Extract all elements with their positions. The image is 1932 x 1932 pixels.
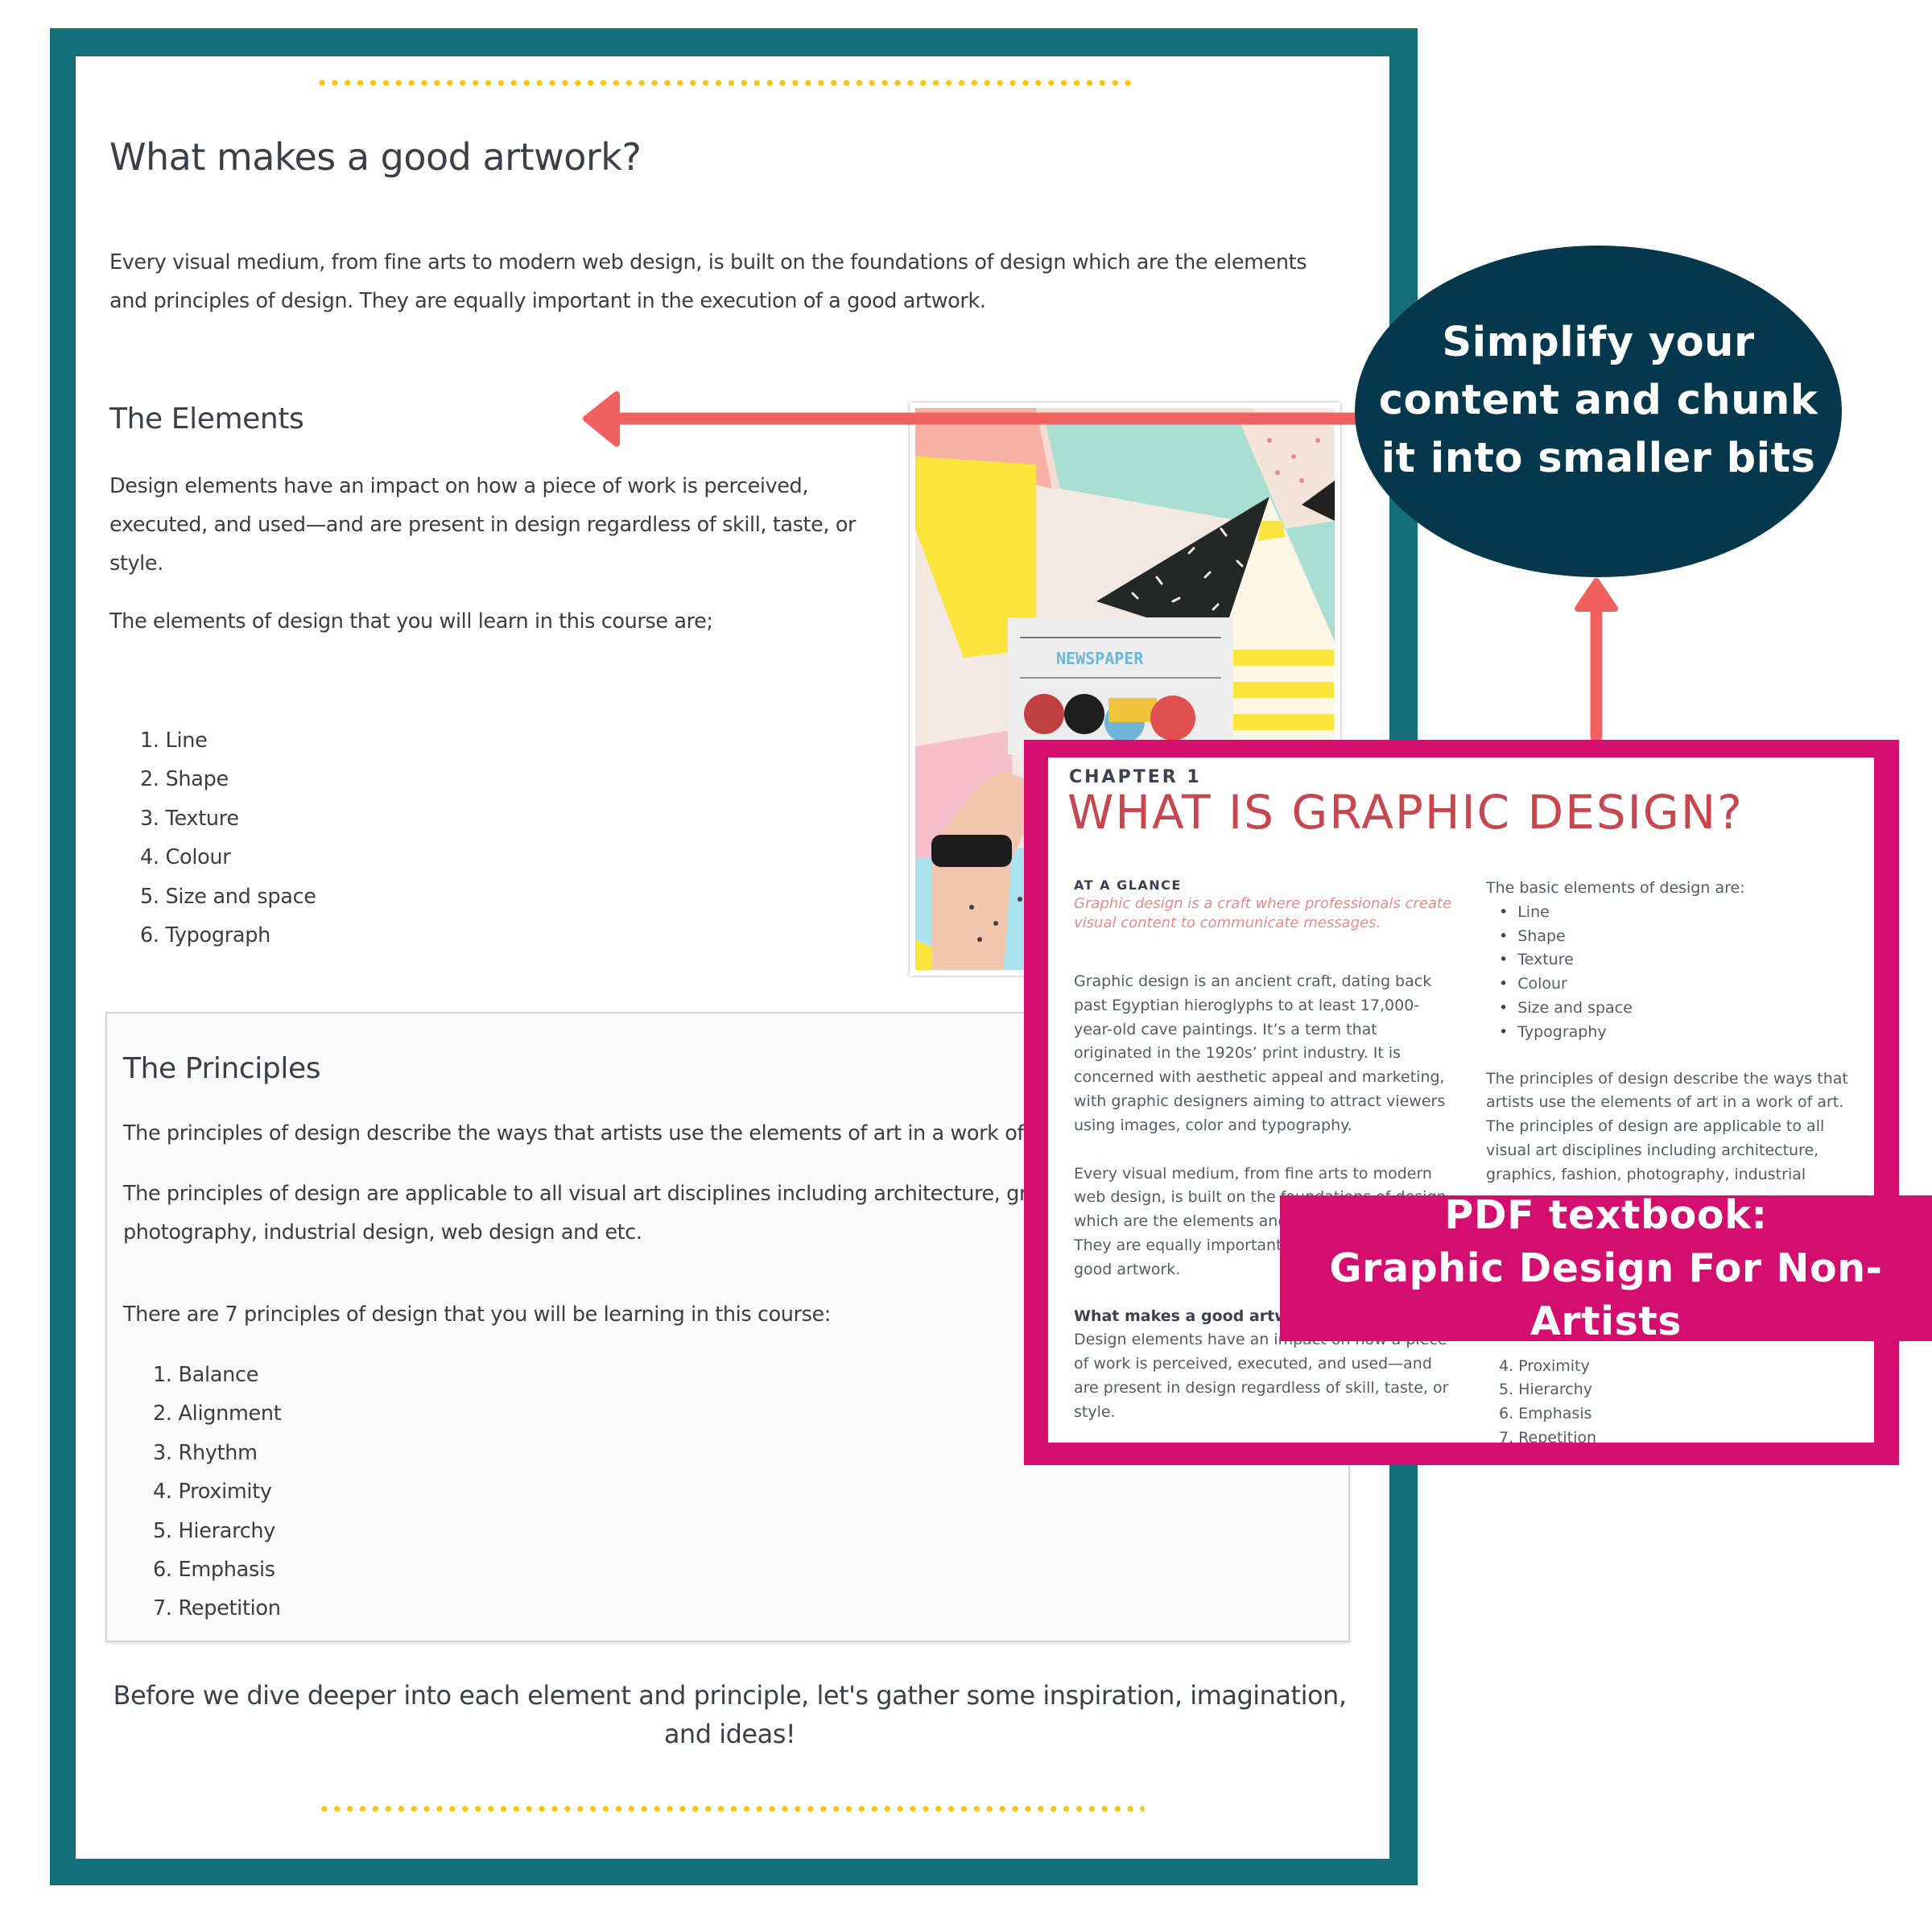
- list-item: Line: [1499, 901, 1864, 925]
- list-item: 5. Hierarchy: [1499, 1381, 1593, 1399]
- list-item: 7. Repetition: [153, 1596, 281, 1621]
- closing-text: Before we dive deeper into each element …: [113, 1680, 1347, 1749]
- callout-line: Simplify your: [1442, 319, 1755, 366]
- list-item: 7. Repetition: [1499, 1428, 1597, 1443]
- elements-list: 1. Line 2. Shape 3. Texture 4. Colour 5.…: [140, 721, 316, 955]
- principles-paragraph-3: There are 7 principles of design that yo…: [123, 1302, 831, 1327]
- pdf-elements-list: Line Shape Texture Colour Size and space…: [1486, 901, 1864, 1045]
- list-item: Colour: [1499, 972, 1864, 997]
- pdf-principles-text: The principles of design describe the wa…: [1486, 1069, 1848, 1183]
- dotted-divider-top: [316, 80, 1133, 86]
- elements-description: Design elements have an impact on how a …: [109, 474, 857, 576]
- pdf-right-column: The basic elements of design are: Line S…: [1486, 877, 1864, 1443]
- page-title: What makes a good artwork?: [109, 135, 642, 179]
- list-item: 3. Texture: [140, 806, 239, 831]
- svg-text:NEWSPAPER: NEWSPAPER: [1056, 649, 1144, 668]
- pdf-textbook-frame: CHAPTER 1 WHAT IS GRAPHIC DESIGN? AT A G…: [1024, 740, 1899, 1465]
- dotted-divider-bottom: [318, 1806, 1144, 1812]
- list-item: Texture: [1499, 948, 1864, 972]
- list-item: Typography: [1499, 1021, 1864, 1045]
- list-item: 1. Balance: [153, 1363, 259, 1387]
- callout-line: content and chunk: [1378, 377, 1818, 424]
- pdf-textbook-banner: PDF textbook: Graphic Design For Non-Art…: [1280, 1192, 1932, 1344]
- banner-line-1: PDF textbook:: [1444, 1191, 1768, 1238]
- list-item: 5. Size and space: [140, 884, 316, 909]
- banner-line-2: Graphic Design For Non-Artists: [1329, 1245, 1883, 1344]
- principles-list: 1. Balance 2. Alignment 3. Rhythm 4. Pro…: [153, 1356, 282, 1629]
- list-item: 6. Emphasis: [153, 1557, 275, 1582]
- list-item: Shape: [1499, 925, 1864, 949]
- pdf-principles-list: 4. Proximity 5. Hierarchy 6. Emphasis 7.…: [1486, 1355, 1864, 1443]
- pdf-chapter-title: WHAT IS GRAPHIC DESIGN?: [1067, 785, 1744, 840]
- list-item: 6. Typograph: [140, 923, 270, 947]
- list-item: 1. Line: [140, 729, 208, 753]
- list-item: 2. Alignment: [153, 1402, 282, 1426]
- list-item: 2. Shape: [140, 767, 229, 792]
- list-item: 5. Hierarchy: [153, 1518, 276, 1543]
- principles-paragraph-1: The principles of design describe the wa…: [123, 1121, 1065, 1146]
- callout-text: Simplify your content and chunk it into …: [1379, 314, 1818, 488]
- pdf-paragraph: Graphic design is an ancient craft, dati…: [1074, 972, 1446, 1134]
- list-item: Size and space: [1499, 997, 1864, 1021]
- elements-heading: The Elements: [109, 402, 304, 436]
- list-item: 6. Emphasis: [1499, 1405, 1592, 1423]
- callout-bubble: Simplify your content and chunk it into …: [1355, 246, 1842, 577]
- intro-paragraph: Every visual medium, from fine arts to m…: [109, 250, 1307, 313]
- arrow-up-icon: [1575, 578, 1618, 743]
- list-item: 4. Proximity: [1499, 1356, 1590, 1375]
- callout-line: it into smaller bits: [1381, 435, 1816, 482]
- pdf-elements-intro: The basic elements of design are:: [1486, 879, 1745, 897]
- principles-heading: The Principles: [123, 1052, 321, 1085]
- elements-list-intro: The elements of design that you will lea…: [109, 609, 713, 634]
- pdf-at-a-glance-label: AT A GLANCE: [1074, 877, 1182, 893]
- pdf-at-a-glance-text: Graphic design is a craft where professi…: [1074, 895, 1452, 931]
- list-item: 4. Proximity: [153, 1480, 272, 1505]
- list-item: 4. Colour: [140, 845, 231, 870]
- list-item: 3. Rhythm: [153, 1440, 258, 1465]
